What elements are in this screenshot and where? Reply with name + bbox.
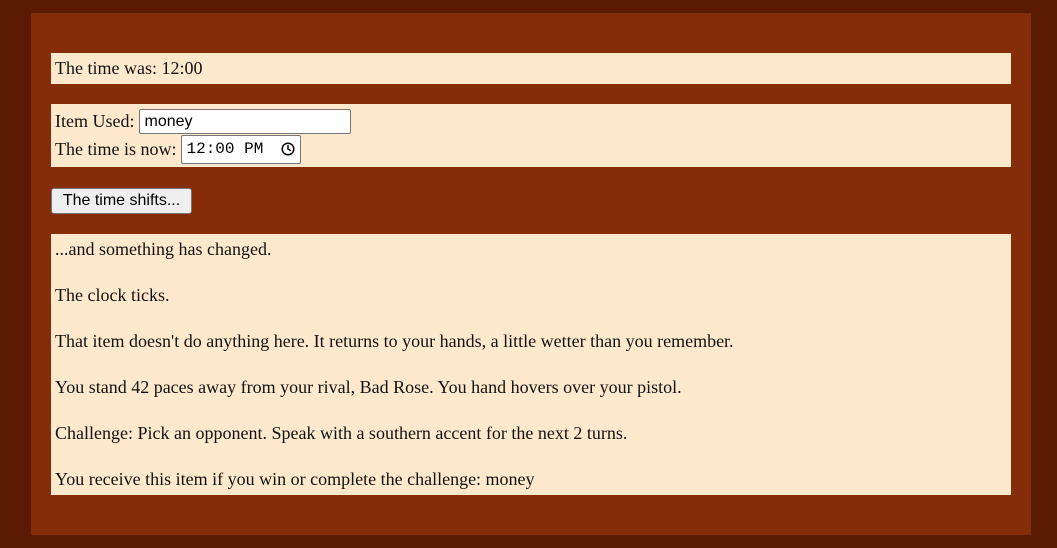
story-line: You stand 42 paces away from your rival,… <box>55 377 682 397</box>
item-used-label: Item Used: <box>55 111 135 131</box>
time-was-value: 12:00 <box>161 58 203 78</box>
time-now-input[interactable]: 12:00 PM <box>181 134 302 164</box>
story-line: Challenge: Pick an opponent. Speak with … <box>55 423 628 443</box>
item-used-input[interactable]: money <box>139 108 352 134</box>
time-was-panel: The time was: 12:00 <box>51 53 1011 84</box>
time-shift-button[interactable]: The time shifts... <box>51 188 192 214</box>
main-container: The time was: 12:00 Item Used: money The… <box>31 13 1031 535</box>
input-panel: Item Used: money The time is now: 12:00 … <box>51 104 1011 167</box>
story-line: ...and something has changed. <box>55 239 272 259</box>
story-panel: ...and something has changed. The clock … <box>51 234 1011 495</box>
story-line: You receive this item if you win or comp… <box>55 469 535 489</box>
item-used-row: Item Used: money <box>55 108 352 134</box>
time-now-value: 12:00 PM <box>186 140 264 158</box>
time-now-label: The time is now: <box>55 139 177 159</box>
time-was-label: The time was: <box>55 58 157 78</box>
story-line: The clock ticks. <box>55 285 170 305</box>
clock-icon[interactable] <box>280 141 296 157</box>
story-line: That item doesn't do anything here. It r… <box>55 331 734 351</box>
time-now-row: The time is now: 12:00 PM <box>55 134 302 164</box>
